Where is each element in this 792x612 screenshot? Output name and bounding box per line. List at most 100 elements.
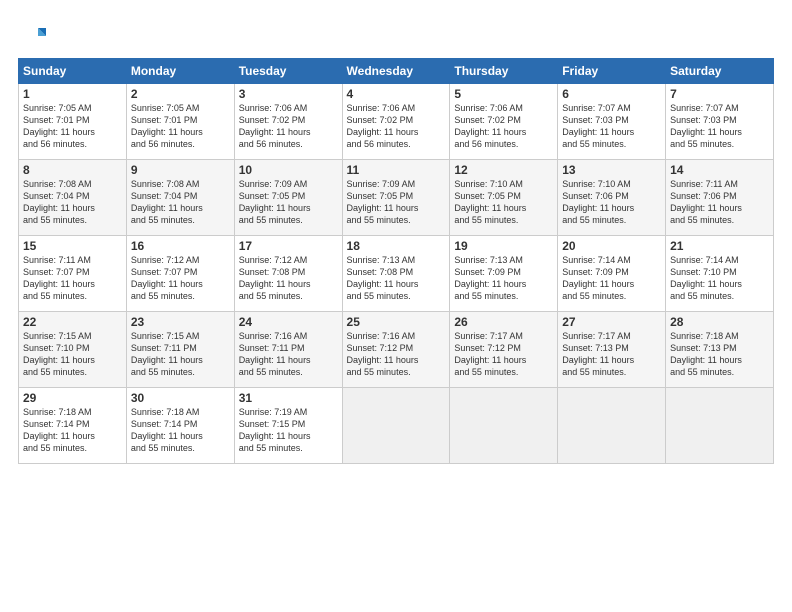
calendar-header-thursday: Thursday — [450, 59, 558, 84]
calendar-week-row: 22Sunrise: 7:15 AM Sunset: 7:10 PM Dayli… — [19, 312, 774, 388]
day-info: Sunrise: 7:09 AM Sunset: 7:05 PM Dayligh… — [347, 178, 446, 227]
day-number: 4 — [347, 87, 446, 101]
calendar-cell: 5Sunrise: 7:06 AM Sunset: 7:02 PM Daylig… — [450, 84, 558, 160]
day-info: Sunrise: 7:06 AM Sunset: 7:02 PM Dayligh… — [239, 102, 338, 151]
calendar-cell: 15Sunrise: 7:11 AM Sunset: 7:07 PM Dayli… — [19, 236, 127, 312]
calendar-week-row: 29 Sunrise: 7:18 AM Sunset: 7:14 PM Dayli… — [19, 388, 774, 464]
day-number: 8 — [23, 163, 122, 177]
calendar-cell: 29Sunrise: 7:18 AM Sunset: 7:14 PM Dayli… — [19, 388, 127, 464]
day-info: Sunrise: 7:08 AM Sunset: 7:04 PM Dayligh… — [23, 178, 122, 227]
calendar-cell: 19Sunrise: 7:13 AM Sunset: 7:09 PM Dayli… — [450, 236, 558, 312]
calendar-cell: 4Sunrise: 7:06 AM Sunset: 7:02 PM Daylig… — [342, 84, 450, 160]
calendar-cell: 26Sunrise: 7:17 AM Sunset: 7:12 PM Dayli… — [450, 312, 558, 388]
calendar-week-row: 1Sunrise: 7:05 AM Sunset: 7:01 PM Daylig… — [19, 84, 774, 160]
day-number: 31 — [239, 391, 338, 405]
day-info: Sunrise: 7:10 AM Sunset: 7:06 PM Dayligh… — [562, 178, 661, 227]
logo — [18, 22, 50, 50]
day-info: Sunrise: 7:12 AM Sunset: 7:07 PM Dayligh… — [131, 254, 230, 303]
calendar-cell: 1Sunrise: 7:05 AM Sunset: 7:01 PM Daylig… — [19, 84, 127, 160]
calendar-header-row: SundayMondayTuesdayWednesdayThursdayFrid… — [19, 59, 774, 84]
day-number: 29 — [23, 391, 122, 405]
day-number: 2 — [131, 87, 230, 101]
day-info: Sunrise: 7:07 AM Sunset: 7:03 PM Dayligh… — [562, 102, 661, 151]
day-number: 17 — [239, 239, 338, 253]
day-number: 21 — [670, 239, 769, 253]
day-number: 7 — [670, 87, 769, 101]
day-number: 24 — [239, 315, 338, 329]
calendar-cell: 25Sunrise: 7:16 AM Sunset: 7:12 PM Dayli… — [342, 312, 450, 388]
calendar-cell: 17Sunrise: 7:12 AM Sunset: 7:08 PM Dayli… — [234, 236, 342, 312]
day-info: Sunrise: 7:13 AM Sunset: 7:09 PM Dayligh… — [454, 254, 553, 303]
calendar-cell — [342, 388, 450, 464]
calendar-cell: 24Sunrise: 7:16 AM Sunset: 7:11 PM Dayli… — [234, 312, 342, 388]
day-info: Sunrise: 7:14 AM Sunset: 7:09 PM Dayligh… — [562, 254, 661, 303]
day-info: Sunrise: 7:15 AM Sunset: 7:11 PM Dayligh… — [131, 330, 230, 379]
day-number: 9 — [131, 163, 230, 177]
day-number: 22 — [23, 315, 122, 329]
calendar-week-row: 8Sunrise: 7:08 AM Sunset: 7:04 PM Daylig… — [19, 160, 774, 236]
day-info: Sunrise: 7:10 AM Sunset: 7:05 PM Dayligh… — [454, 178, 553, 227]
day-number: 28 — [670, 315, 769, 329]
day-info: Sunrise: 7:16 AM Sunset: 7:11 PM Dayligh… — [239, 330, 338, 379]
calendar-cell: 27Sunrise: 7:17 AM Sunset: 7:13 PM Dayli… — [558, 312, 666, 388]
day-info: Sunrise: 7:05 AM Sunset: 7:01 PM Dayligh… — [23, 102, 122, 151]
day-info: Sunrise: 7:12 AM Sunset: 7:08 PM Dayligh… — [239, 254, 338, 303]
day-number: 15 — [23, 239, 122, 253]
calendar-cell: 21Sunrise: 7:14 AM Sunset: 7:10 PM Dayli… — [666, 236, 774, 312]
day-info: Sunrise: 7:05 AM Sunset: 7:01 PM Dayligh… — [131, 102, 230, 151]
day-info: Sunrise: 7:11 AM Sunset: 7:06 PM Dayligh… — [670, 178, 769, 227]
calendar-cell — [666, 388, 774, 464]
calendar-header-monday: Monday — [126, 59, 234, 84]
day-info: Sunrise: 7:13 AM Sunset: 7:08 PM Dayligh… — [347, 254, 446, 303]
day-info: Sunrise: 7:06 AM Sunset: 7:02 PM Dayligh… — [454, 102, 553, 151]
day-number: 18 — [347, 239, 446, 253]
day-number: 1 — [23, 87, 122, 101]
calendar-cell: 13Sunrise: 7:10 AM Sunset: 7:06 PM Dayli… — [558, 160, 666, 236]
day-number: 12 — [454, 163, 553, 177]
calendar-cell: 31Sunrise: 7:19 AM Sunset: 7:15 PM Dayli… — [234, 388, 342, 464]
calendar-cell: 28Sunrise: 7:18 AM Sunset: 7:13 PM Dayli… — [666, 312, 774, 388]
calendar-header-sunday: Sunday — [19, 59, 127, 84]
calendar-header-saturday: Saturday — [666, 59, 774, 84]
day-number: 20 — [562, 239, 661, 253]
calendar-cell: 20Sunrise: 7:14 AM Sunset: 7:09 PM Dayli… — [558, 236, 666, 312]
calendar-cell: 2Sunrise: 7:05 AM Sunset: 7:01 PM Daylig… — [126, 84, 234, 160]
calendar-cell: 9Sunrise: 7:08 AM Sunset: 7:04 PM Daylig… — [126, 160, 234, 236]
day-number: 11 — [347, 163, 446, 177]
day-number: 16 — [131, 239, 230, 253]
day-info: Sunrise: 7:14 AM Sunset: 7:10 PM Dayligh… — [670, 254, 769, 303]
day-info: Sunrise: 7:17 AM Sunset: 7:12 PM Dayligh… — [454, 330, 553, 379]
day-info: Sunrise: 7:09 AM Sunset: 7:05 PM Dayligh… — [239, 178, 338, 227]
generalblue-logo-icon — [18, 22, 46, 50]
calendar-header-friday: Friday — [558, 59, 666, 84]
day-number: 27 — [562, 315, 661, 329]
calendar-cell: 12Sunrise: 7:10 AM Sunset: 7:05 PM Dayli… — [450, 160, 558, 236]
day-info: Sunrise: 7:07 AM Sunset: 7:03 PM Dayligh… — [670, 102, 769, 151]
day-info: Sunrise: 7:06 AM Sunset: 7:02 PM Dayligh… — [347, 102, 446, 151]
calendar-cell — [558, 388, 666, 464]
page-header — [18, 18, 774, 50]
calendar-table: SundayMondayTuesdayWednesdayThursdayFrid… — [18, 58, 774, 464]
day-number: 6 — [562, 87, 661, 101]
day-number: 26 — [454, 315, 553, 329]
calendar-cell: 22Sunrise: 7:15 AM Sunset: 7:10 PM Dayli… — [19, 312, 127, 388]
day-number: 23 — [131, 315, 230, 329]
calendar-cell: 6Sunrise: 7:07 AM Sunset: 7:03 PM Daylig… — [558, 84, 666, 160]
day-info: Sunrise: 7:18 AM Sunset: 7:13 PM Dayligh… — [670, 330, 769, 379]
calendar-header-wednesday: Wednesday — [342, 59, 450, 84]
calendar-cell: 11Sunrise: 7:09 AM Sunset: 7:05 PM Dayli… — [342, 160, 450, 236]
day-number: 10 — [239, 163, 338, 177]
day-info: Sunrise: 7:17 AM Sunset: 7:13 PM Dayligh… — [562, 330, 661, 379]
day-number: 3 — [239, 87, 338, 101]
calendar-cell: 10Sunrise: 7:09 AM Sunset: 7:05 PM Dayli… — [234, 160, 342, 236]
day-number: 5 — [454, 87, 553, 101]
day-info: Sunrise: 7:18 AM Sunset: 7:14 PM Dayligh… — [131, 406, 230, 455]
calendar-cell — [450, 388, 558, 464]
calendar-cell: 14Sunrise: 7:11 AM Sunset: 7:06 PM Dayli… — [666, 160, 774, 236]
calendar-body: 1Sunrise: 7:05 AM Sunset: 7:01 PM Daylig… — [19, 84, 774, 464]
calendar-header-tuesday: Tuesday — [234, 59, 342, 84]
day-info: Sunrise: 7:08 AM Sunset: 7:04 PM Dayligh… — [131, 178, 230, 227]
day-number: 30 — [131, 391, 230, 405]
day-number: 19 — [454, 239, 553, 253]
calendar-cell: 30Sunrise: 7:18 AM Sunset: 7:14 PM Dayli… — [126, 388, 234, 464]
